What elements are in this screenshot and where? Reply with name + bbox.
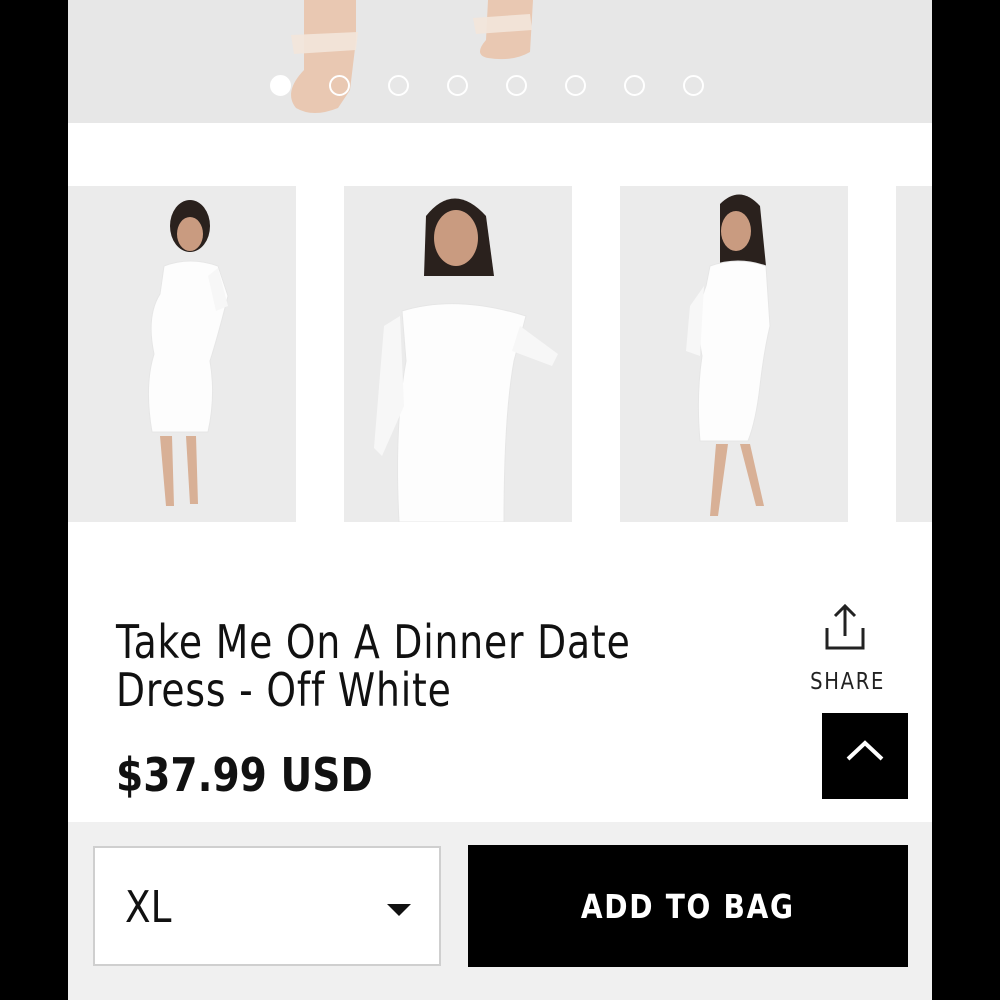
add-to-bag-button[interactable]: ADD TO BAG [468,845,908,967]
size-select[interactable]: XL [93,846,441,966]
carousel-dot[interactable] [329,75,350,96]
product-page: Take Me On A Dinner Date Dress - Off Whi… [68,0,932,1000]
chevron-up-icon [846,740,884,761]
hero-image [291,0,533,113]
caret-down-icon [387,904,411,916]
carousel-dot[interactable] [388,75,409,96]
product-title: Take Me On A Dinner Date Dress - Off Whi… [116,615,631,717]
carousel-dot[interactable] [506,75,527,96]
carousel-dot[interactable] [683,75,704,96]
purchase-bar: XL ADD TO BAG [68,822,932,1000]
product-price: $37.99 USD [116,748,373,802]
thumbnail-strip [68,186,932,522]
share-label: SHARE [810,669,886,695]
add-to-bag-label: ADD TO BAG [581,886,795,926]
thumbnail-image[interactable] [896,186,932,522]
product-image-carousel[interactable] [68,0,932,123]
carousel-dot[interactable] [270,75,291,96]
carousel-dot[interactable] [624,75,645,96]
thumbnail-image[interactable] [620,186,848,522]
thumbnail-image[interactable] [68,186,296,522]
thumbnail-image[interactable] [344,186,572,522]
carousel-dot[interactable] [447,75,468,96]
share-icon [825,603,865,650]
carousel-pagination [270,75,704,96]
size-select-value: XL [125,882,172,933]
scroll-to-top-button[interactable] [822,713,908,799]
carousel-dot[interactable] [565,75,586,96]
share-button[interactable]: SHARE [804,602,886,695]
